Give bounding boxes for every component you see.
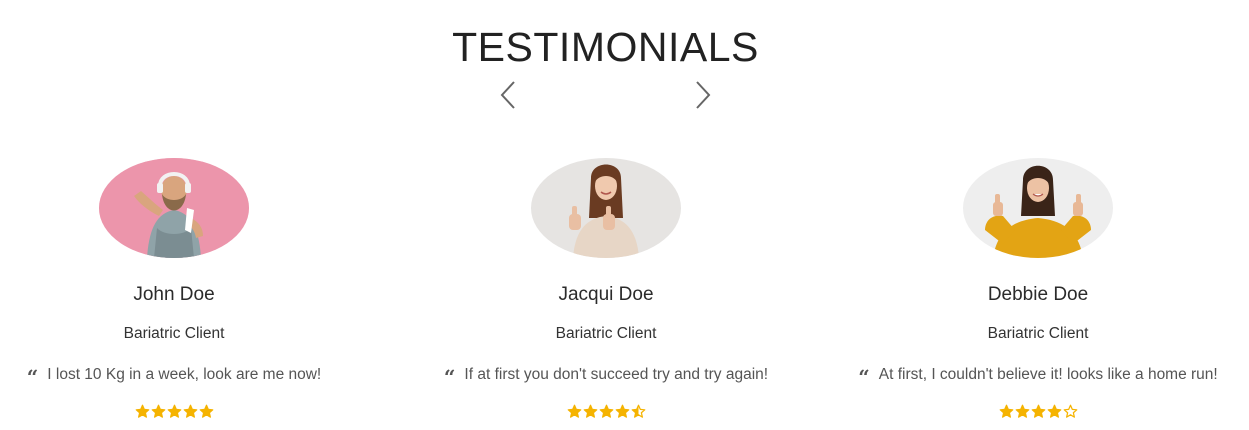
testimonial-card: Debbie Doe Bariatric Client “ At first, I… — [828, 158, 1248, 430]
star-full-icon — [1047, 404, 1061, 418]
testimonial-card: John Doe Bariatric Client “ I lost 10 Kg … — [0, 158, 384, 430]
quote-text: At first, I couldn't believe it! looks l… — [878, 366, 1218, 383]
testimonial-card: Jacqui Doe Bariatric Client “ If at first… — [396, 158, 816, 430]
star-full-icon — [135, 404, 149, 418]
chevron-left-icon — [500, 81, 515, 109]
quote-icon: “ — [26, 365, 38, 389]
client-photo — [963, 158, 1113, 258]
client-role: Bariatric Client — [987, 325, 1089, 342]
carousel-next-button[interactable] — [693, 80, 713, 110]
avatar — [99, 158, 249, 258]
client-name: Debbie Doe — [987, 284, 1089, 305]
star-half-icon — [631, 404, 645, 418]
quote-text: If at first you don't succeed try and tr… — [464, 366, 769, 383]
client-quote: “ At first, I couldn't believe it! looks … — [828, 365, 1248, 389]
carousel-prev-button[interactable] — [498, 80, 518, 110]
star-rating — [0, 404, 384, 420]
testimonials-section: TESTIMONIALS John Doe Bariatric Client “… — [0, 0, 1249, 430]
star-full-icon — [183, 404, 197, 418]
avatar — [963, 158, 1113, 258]
quote-icon: “ — [858, 365, 869, 389]
client-photo — [99, 158, 249, 258]
star-full-icon — [615, 404, 629, 418]
star-full-icon — [1031, 404, 1045, 418]
section-title: TESTIMONIALS — [452, 24, 759, 70]
avatar — [531, 158, 681, 258]
client-quote: “ If at first you don't succeed try and t… — [396, 365, 816, 389]
quote-text: I lost 10 Kg in a week, look are me now! — [47, 366, 322, 383]
client-name: Jacqui Doe — [558, 284, 654, 305]
client-photo — [531, 158, 681, 258]
client-name: John Doe — [133, 284, 215, 305]
star-full-icon — [599, 404, 613, 418]
star-full-icon — [999, 404, 1013, 418]
client-quote: “ I lost 10 Kg in a week, look are me now… — [0, 365, 384, 389]
client-role: Bariatric Client — [555, 325, 657, 342]
star-full-icon — [167, 404, 181, 418]
star-full-icon — [1015, 404, 1029, 418]
chevron-right-icon — [696, 81, 711, 109]
star-full-icon — [567, 404, 581, 418]
star-full-icon — [151, 404, 165, 418]
client-role: Bariatric Client — [123, 325, 225, 342]
star-rating — [828, 404, 1248, 420]
star-full-icon — [583, 404, 597, 418]
star-empty-icon — [1063, 404, 1077, 418]
quote-icon: “ — [443, 365, 455, 389]
star-full-icon — [199, 404, 213, 418]
star-rating — [396, 404, 816, 420]
